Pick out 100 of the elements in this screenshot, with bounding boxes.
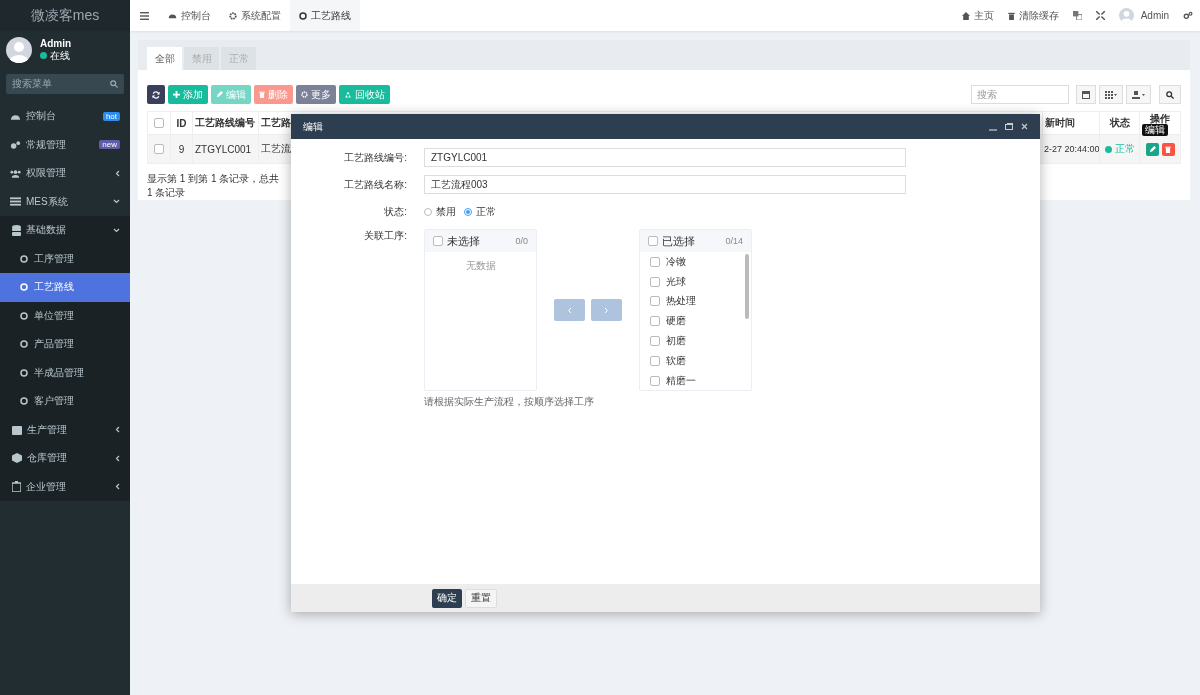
- checkbox[interactable]: [154, 144, 164, 154]
- menu-badge: hot: [102, 111, 120, 121]
- search-icon: [1166, 90, 1174, 99]
- checkbox[interactable]: [650, 256, 660, 267]
- circle-icon: [20, 340, 28, 349]
- user-menu[interactable]: Admin: [1111, 0, 1176, 31]
- filter-tab[interactable]: 全部: [147, 47, 182, 70]
- checkbox[interactable]: [650, 375, 660, 386]
- tooltip: 编辑: [1142, 124, 1168, 136]
- checkbox[interactable]: [650, 355, 660, 366]
- avatar-icon: [6, 37, 32, 63]
- caret-left-icon: [115, 169, 120, 177]
- checkbox[interactable]: [650, 296, 660, 307]
- field-label: 工艺路线编号:: [343, 150, 407, 165]
- checkbox[interactable]: [650, 336, 660, 347]
- checkbox[interactable]: [650, 276, 660, 287]
- columns-button[interactable]: [1099, 85, 1123, 104]
- gears-icon: [10, 139, 21, 150]
- toggle-view-button[interactable]: [1076, 85, 1096, 104]
- menu-item[interactable]: 权限管理: [0, 159, 130, 188]
- list-count: 0/14: [725, 236, 743, 246]
- settings-icon[interactable]: [1183, 11, 1193, 20]
- menu-item[interactable]: MES系统: [0, 187, 130, 216]
- menu-badge: new: [99, 140, 120, 150]
- caret-left-icon: [115, 426, 120, 434]
- help-text: 请根据实际生产流程，按顺序选择工序: [424, 395, 595, 409]
- trash-icon: [1007, 11, 1015, 20]
- home-icon: [961, 11, 970, 20]
- menu-item[interactable]: 控制台 hot: [0, 102, 130, 131]
- column-header: 状态: [1099, 112, 1139, 134]
- circle-icon: [20, 397, 28, 406]
- fullscreen-icon[interactable]: [1095, 11, 1105, 20]
- delete-button[interactable]: [1161, 142, 1175, 156]
- list-item[interactable]: 冷镦: [666, 254, 686, 269]
- radio-option[interactable]: 正常: [464, 205, 496, 219]
- database-icon: [12, 224, 21, 236]
- chevron-right-icon: [604, 306, 609, 314]
- column-header: 工艺路线编号: [192, 112, 258, 134]
- refresh-button[interactable]: [147, 85, 165, 104]
- table-icon: [1082, 90, 1090, 99]
- caret-down-icon: [113, 227, 120, 233]
- checkbox[interactable]: [648, 236, 658, 246]
- menu-item[interactable]: 生产管理: [0, 415, 130, 444]
- page-tab[interactable]: 控制台: [159, 0, 220, 31]
- list-item[interactable]: 硬磨: [666, 314, 686, 329]
- user-status: 在线: [50, 48, 70, 63]
- more-button[interactable]: 更多: [296, 85, 336, 104]
- grid-icon: [1105, 90, 1117, 99]
- reset-button[interactable]: 重置: [465, 588, 497, 608]
- circle-icon: [20, 311, 28, 320]
- online-dot: [40, 52, 47, 59]
- header-link[interactable]: 主页: [954, 0, 1001, 31]
- menu-icon[interactable]: [140, 11, 149, 20]
- header-link[interactable]: 清除缓存: [1000, 0, 1066, 31]
- submenu-item[interactable]: 单位管理: [0, 301, 130, 330]
- pencil-icon: [216, 91, 223, 98]
- table-cell: ZTGYLC001: [192, 135, 258, 163]
- maximize-icon[interactable]: [1005, 123, 1013, 130]
- menu-item[interactable]: 企业管理: [0, 472, 130, 501]
- pagination-info: 显示第 1 到第 1 条记录，总共 1 条记录: [147, 172, 281, 200]
- menu-item[interactable]: 仓库管理: [0, 444, 130, 473]
- chevron-left-icon: [567, 306, 572, 314]
- list-item[interactable]: 精磨一: [666, 373, 696, 388]
- search-icon: [110, 80, 118, 88]
- input-field[interactable]: 工艺流程003: [424, 175, 906, 194]
- page-tab[interactable]: 工艺路线: [290, 0, 360, 31]
- radio-button[interactable]: [464, 208, 472, 216]
- list-item[interactable]: 软磨: [666, 353, 686, 368]
- edit-button[interactable]: [1145, 142, 1159, 156]
- list-item[interactable]: 热处理: [666, 294, 696, 309]
- search-field[interactable]: 搜索菜单: [6, 74, 124, 94]
- page-tab[interactable]: 系统配置: [220, 0, 290, 31]
- submenu-item[interactable]: 工序管理: [0, 244, 130, 273]
- checkbox[interactable]: [650, 316, 660, 327]
- list-item[interactable]: 初磨: [666, 334, 686, 349]
- scrollbar[interactable]: [745, 254, 749, 319]
- list-item[interactable]: 光球: [666, 274, 686, 289]
- caret-down-icon: [113, 199, 120, 205]
- avatar-icon: [1118, 8, 1134, 23]
- input-field[interactable]: ZTGYLC001: [424, 148, 906, 167]
- field-label: 状态:: [383, 205, 407, 219]
- table-cell: 2-27 20:44:00: [1042, 135, 1099, 163]
- pencil-icon: [1148, 145, 1156, 153]
- menu-item[interactable]: 基础数据: [0, 216, 130, 245]
- checkbox[interactable]: [154, 118, 164, 128]
- confirm-button[interactable]: 确定: [432, 588, 462, 608]
- radio-option[interactable]: 禁用: [424, 205, 456, 219]
- submenu-item[interactable]: 产品管理: [0, 330, 130, 359]
- submenu-item[interactable]: 工艺路线: [0, 273, 130, 302]
- refresh-icon: [152, 90, 160, 99]
- dialog-title: 编辑: [303, 119, 324, 134]
- search-button[interactable]: [1159, 85, 1181, 104]
- menu-item[interactable]: 常规管理 new: [0, 130, 130, 159]
- checkbox[interactable]: [433, 236, 443, 246]
- submenu-item[interactable]: 半成品管理: [0, 358, 130, 387]
- export-icon: [1132, 90, 1145, 99]
- close-icon[interactable]: [1021, 123, 1028, 130]
- export-button[interactable]: [1126, 85, 1151, 104]
- submenu-item[interactable]: 客户管理: [0, 387, 130, 416]
- field-label: 关联工序:: [363, 229, 407, 243]
